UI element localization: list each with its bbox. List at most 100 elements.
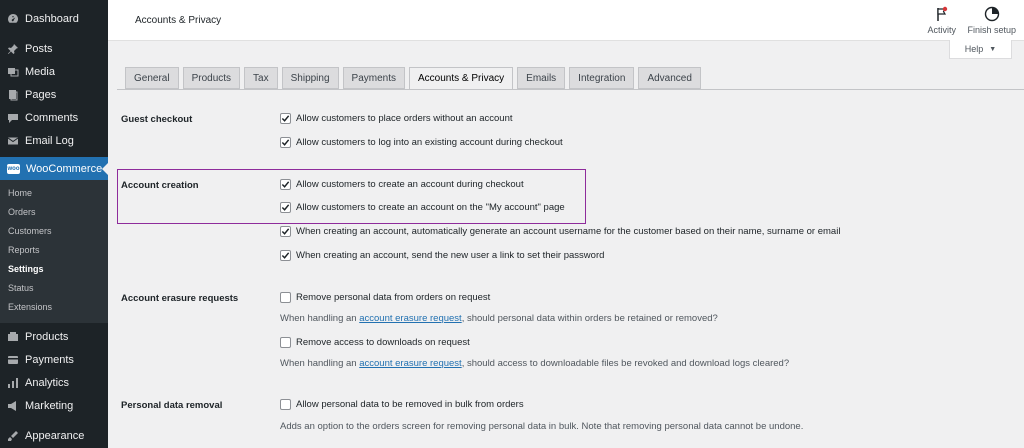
sidebar-item-products[interactable]: Products [0,325,108,348]
submenu-item-home[interactable]: Home [0,184,108,203]
submenu-item-status[interactable]: Status [0,279,108,298]
erasure-downloads-description: When handling an account erasure request… [280,358,789,369]
checkbox-unchecked[interactable] [280,337,291,348]
page-title: Accounts & Privacy [135,15,222,26]
marketing-icon [7,400,19,412]
sidebar-item-label: Appearance [25,429,85,442]
sidebar-item-label: Payments [25,353,74,366]
guest-checkout-option-2[interactable]: Allow customers to log into an existing … [280,137,563,148]
finish-setup-button[interactable]: Finish setup [967,6,1016,35]
checkbox-checked[interactable] [280,137,291,148]
submenu-item-customers[interactable]: Customers [0,222,108,241]
checkmark-icon [281,252,290,259]
help-tab-button[interactable]: Help ▼ [949,40,1012,59]
erasure-orders-description: When handling an account erasure request… [280,313,718,324]
sidebar-item-label: Comments [25,111,79,124]
products-icon [7,331,19,343]
checkmark-icon [281,139,290,146]
checkmark-icon [281,181,290,188]
tab-integration[interactable]: Integration [569,67,635,89]
desc-text: When handling an [280,358,360,369]
tab-payments[interactable]: Payments [342,67,405,89]
checkbox-checked[interactable] [280,226,291,237]
desc-text: When handling an [280,313,360,324]
checkmark-icon [281,204,290,211]
desc-text: , should access to downloadable files be… [461,358,790,369]
sidebar-item-dashboard[interactable]: Dashboard [0,7,108,30]
media-icon [7,66,19,78]
sidebar-item-media[interactable]: Media [0,60,108,83]
sidebar-item-label: Pages [25,88,57,101]
submenu-item-orders[interactable]: Orders [0,203,108,222]
option-label: Allow customers to place orders without … [296,113,513,124]
personal-data-removal-label: Personal data removal [121,400,223,411]
sidebar-item-woocommerce[interactable]: woo WooCommerce [0,157,108,180]
submenu-item-reports[interactable]: Reports [0,241,108,260]
sidebar-item-appearance[interactable]: Appearance [0,424,108,447]
caret-down-icon: ▼ [989,45,997,53]
appearance-icon [7,430,19,442]
guest-checkout-label: Guest checkout [121,114,193,125]
option-label: Allow customers to create an account on … [296,202,565,213]
sidebar-item-email-log[interactable]: Email Log [0,129,108,152]
admin-sidebar: Dashboard Posts Media Pages Comments Ema… [0,0,108,448]
sidebar-item-label: Marketing [25,399,74,412]
analytics-icon [7,377,19,389]
erasure-option-orders[interactable]: Remove personal data from orders on requ… [280,292,490,303]
option-label: Allow customers to log into an existing … [296,137,563,148]
account-creation-option-4[interactable]: When creating an account, send the new u… [280,250,604,261]
submenu-item-extensions[interactable]: Extensions [0,298,108,317]
checkbox-checked[interactable] [280,202,291,213]
tab-advanced[interactable]: Advanced [638,67,701,89]
dashboard-icon [7,13,19,25]
tab-tax[interactable]: Tax [244,67,278,89]
sidebar-item-pages[interactable]: Pages [0,83,108,106]
tab-accounts-privacy[interactable]: Accounts & Privacy [409,67,514,90]
help-label: Help [964,44,984,54]
sidebar-item-payments[interactable]: Payments [0,348,108,371]
pages-icon [7,89,19,101]
finish-setup-label: Finish setup [967,25,1016,35]
sidebar-item-label: Media [25,65,55,78]
sidebar-item-marketing[interactable]: Marketing [0,394,108,417]
guest-checkout-option-1[interactable]: Allow customers to place orders without … [280,113,513,124]
checkbox-checked[interactable] [280,179,291,190]
account-erasure-request-link[interactable]: account erasure request [359,313,461,324]
account-erasure-request-link[interactable]: account erasure request [359,358,461,369]
activity-button[interactable]: Activity [927,6,956,35]
erasure-option-downloads[interactable]: Remove access to downloads on request [280,337,470,348]
checkbox-checked[interactable] [280,113,291,124]
submenu-item-settings[interactable]: Settings [0,260,108,279]
sidebar-item-label: Analytics [25,376,70,389]
pin-icon [7,43,19,55]
comments-icon [7,112,19,124]
account-creation-option-1[interactable]: Allow customers to create an account dur… [280,179,524,190]
tabs-divider [117,89,1024,90]
sidebar-item-posts[interactable]: Posts [0,37,108,60]
bulk-removal-description: Adds an option to the orders screen for … [280,421,804,432]
checkbox-unchecked[interactable] [280,292,291,303]
tab-emails[interactable]: Emails [517,67,566,89]
option-label: Allow personal data to be removed in bul… [296,399,524,410]
email-icon [7,135,19,147]
top-header: Accounts & Privacy Activity Finish setup [108,0,1024,41]
sidebar-item-label: Email Log [25,134,74,147]
account-creation-option-2[interactable]: Allow customers to create an account on … [280,202,565,213]
checkmark-icon [281,115,290,122]
option-label: Remove personal data from orders on requ… [296,292,491,303]
bulk-removal-option[interactable]: Allow personal data to be removed in bul… [280,399,524,410]
checkbox-checked[interactable] [280,250,291,261]
progress-circle-icon [984,6,999,22]
account-creation-option-3[interactable]: When creating an account, automatically … [280,226,840,237]
tab-products[interactable]: Products [182,67,241,89]
settings-tabs: General Products Tax Shipping Payments A… [125,67,701,90]
sidebar-item-label: Dashboard [25,12,79,25]
highlight-box [117,169,586,224]
option-label: Remove access to downloads on request [296,337,470,348]
tab-general[interactable]: General [125,67,179,89]
sidebar-item-comments[interactable]: Comments [0,106,108,129]
checkbox-unchecked[interactable] [280,399,291,410]
sidebar-item-analytics[interactable]: Analytics [0,371,108,394]
sidebar-item-label: Products [25,330,69,343]
tab-shipping[interactable]: Shipping [281,67,339,89]
